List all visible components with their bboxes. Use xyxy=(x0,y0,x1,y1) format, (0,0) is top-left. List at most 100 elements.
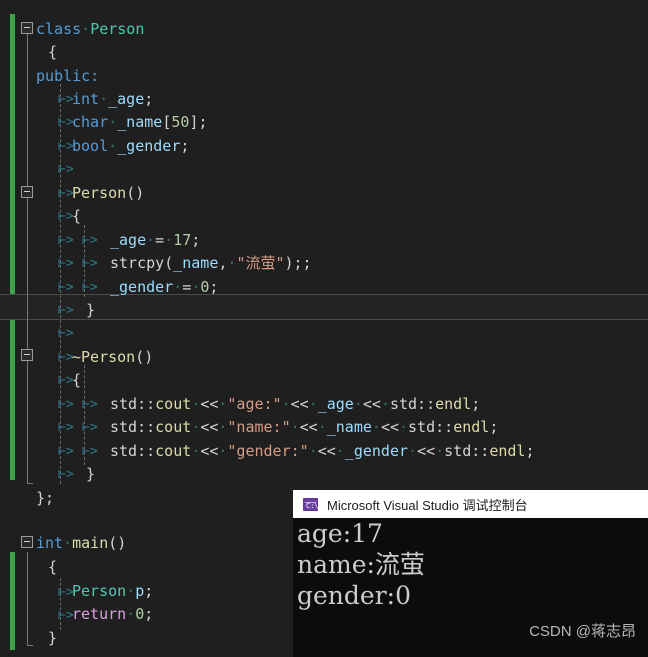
console-output-line: age:17 xyxy=(297,519,383,548)
token-close-brace: } xyxy=(48,629,58,647)
tab-arrow: ⊢> xyxy=(58,162,74,177)
console-output[interactable]: age:17 name:流萤 gender:0 CSDN @蒋志昂 xyxy=(293,518,648,657)
token-std-namespace: std:: xyxy=(389,395,436,413)
token-close-brace: } xyxy=(86,301,96,319)
token-semicolon: ; xyxy=(144,605,154,623)
code-line[interactable]: { xyxy=(0,369,648,392)
token-open-brace: { xyxy=(72,207,82,225)
tab-arrow: ⊢> xyxy=(58,326,74,341)
token-gender-member: _gender xyxy=(110,278,174,296)
token-std-namespace: std:: xyxy=(110,442,156,460)
token-cout: cout xyxy=(155,442,192,460)
console-title-text: Microsoft Visual Studio 调试控制台 xyxy=(327,497,528,513)
code-line[interactable]: class·Person xyxy=(0,18,648,41)
token-semicolon: ; xyxy=(191,231,201,249)
token-age-member: _age xyxy=(110,231,147,249)
token-semicolon: ; xyxy=(144,582,154,600)
code-line[interactable]: } xyxy=(0,463,648,486)
code-line[interactable]: std::cout·<<·"age:"·<<·_age·<<·std::endl… xyxy=(0,393,648,416)
token-char-keyword: char xyxy=(72,113,109,131)
code-line[interactable]: int·_age; xyxy=(0,88,648,111)
code-line[interactable]: char·_name[50]; xyxy=(0,111,648,134)
debug-console-window[interactable]: C:\ Microsoft Visual Studio 调试控制台 age:17… xyxy=(293,490,648,657)
token-main-name: main xyxy=(72,534,109,552)
console-icon-glyph: C:\ xyxy=(306,501,319,510)
token-shift-operator: << xyxy=(200,395,219,413)
code-line[interactable]: std::cout·<<·"gender:"·<<·_gender·<<·std… xyxy=(0,440,648,463)
token-strcpy-call: strcpy xyxy=(110,254,165,272)
code-line[interactable]: { xyxy=(0,205,648,228)
token-return-value: 0 xyxy=(135,605,145,623)
token-open-brace: { xyxy=(48,558,58,576)
token-semicolon: ; xyxy=(489,418,499,436)
token-age-label: "age:" xyxy=(227,395,282,413)
token-semicolon: ; xyxy=(471,395,481,413)
token-paren-open: ( xyxy=(164,254,174,272)
code-line[interactable]: strcpy(_name,·"流萤");; xyxy=(0,252,648,275)
code-line[interactable]: std::cout·<<·"name:"·<<·_name·<<·std::en… xyxy=(0,416,648,439)
token-cout: cout xyxy=(155,395,192,413)
token-person-object: p xyxy=(135,582,145,600)
token-assign: = xyxy=(182,278,192,296)
code-line[interactable]: { xyxy=(0,41,648,64)
token-endl: endl xyxy=(435,395,472,413)
token-constructor-name: Person xyxy=(72,184,127,202)
code-line[interactable]: _gender·=·0; xyxy=(0,276,648,299)
token-open-brace: { xyxy=(72,371,82,389)
token-gender-value: 0 xyxy=(200,278,210,296)
token-name-member: _name xyxy=(173,254,219,272)
screen: ⊢> ⊢> ⊢> ⊢> ⊢> ⊢> ⊢> ⊢> ⊢> ⊢> ⊢> ⊢> ⊢> ⊢… xyxy=(0,0,648,657)
token-cout: cout xyxy=(155,418,192,436)
token-int-keyword: int xyxy=(36,534,64,552)
token-shift-operator: << xyxy=(317,442,336,460)
token-age-value: 17 xyxy=(173,231,192,249)
token-int-keyword: int xyxy=(72,90,100,108)
token-gender-member: _gender xyxy=(344,442,409,460)
token-endl: endl xyxy=(453,418,490,436)
code-line[interactable]: bool·_gender; xyxy=(0,135,648,158)
csdn-watermark: CSDN @蒋志昂 xyxy=(529,623,636,640)
console-output-line: name:流萤 xyxy=(297,550,425,579)
token-shift-operator: << xyxy=(417,442,436,460)
code-line-current[interactable]: } xyxy=(0,299,648,322)
token-bracket-open: [ xyxy=(162,113,172,131)
token-std-namespace: std:: xyxy=(110,418,156,436)
code-line[interactable]: ~Person() xyxy=(0,346,648,369)
code-line[interactable]: Person() xyxy=(0,182,648,205)
token-destructor-name: ~Person xyxy=(72,348,136,366)
token-shift-operator: << xyxy=(299,418,318,436)
console-icon: C:\ xyxy=(303,497,319,511)
code-line[interactable]: public: xyxy=(0,65,648,88)
token-parens: () xyxy=(135,348,154,366)
token-std-namespace: std:: xyxy=(444,442,490,460)
code-line[interactable]: _age·=·17; xyxy=(0,229,648,252)
token-semicolon: ; xyxy=(525,442,535,460)
token-semicolon: ; xyxy=(198,113,208,131)
token-person-type: Person xyxy=(72,582,127,600)
token-array-size: 50 xyxy=(171,113,190,131)
token-assign: = xyxy=(155,231,165,249)
token-shift-operator: << xyxy=(380,418,399,436)
token-age-member: _age xyxy=(317,395,354,413)
token-parens: () xyxy=(108,534,127,552)
token-semicolon: ; xyxy=(144,90,154,108)
token-bool-keyword: bool xyxy=(72,137,109,155)
token-class-name: Person xyxy=(90,20,145,38)
token-semicolon: ; xyxy=(209,278,219,296)
token-paren-close: ) xyxy=(284,254,294,272)
token-access-specifier: public: xyxy=(36,67,100,85)
token-name-literal: "流萤" xyxy=(236,254,285,272)
token-open-brace: { xyxy=(48,43,58,61)
token-close-brace: } xyxy=(86,465,96,483)
token-class-keyword: class xyxy=(36,20,82,38)
token-return-keyword: return xyxy=(72,605,127,623)
token-name-label: "name:" xyxy=(227,418,291,436)
token-name-member: _name xyxy=(117,113,163,131)
token-shift-operator: << xyxy=(362,395,381,413)
console-title-bar[interactable]: C:\ Microsoft Visual Studio 调试控制台 xyxy=(293,490,648,518)
token-shift-operator: << xyxy=(200,442,219,460)
token-shift-operator: << xyxy=(290,395,309,413)
token-endl: endl xyxy=(489,442,526,460)
token-age-member: _age xyxy=(108,90,145,108)
token-std-namespace: std:: xyxy=(408,418,454,436)
